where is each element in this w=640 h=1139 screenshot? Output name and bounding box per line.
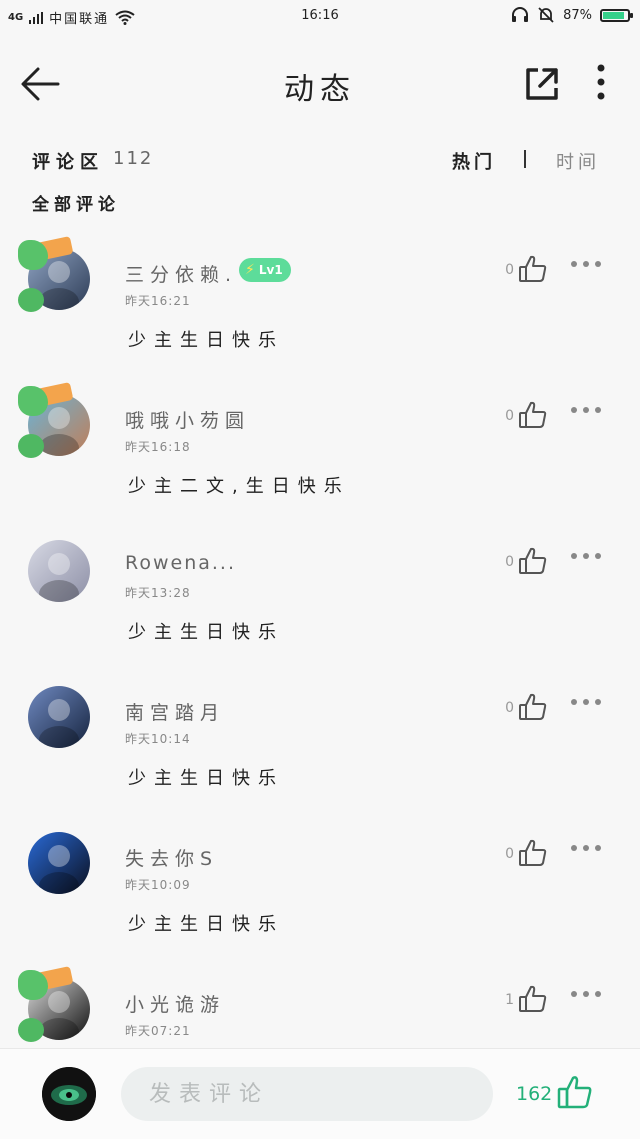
comment-like-count: 0: [505, 554, 514, 570]
avatar[interactable]: [28, 686, 90, 748]
more-horizontal-icon[interactable]: [568, 402, 604, 418]
comment-timestamp: 昨天10:14: [125, 732, 191, 746]
avatar-frame-wreath: [18, 970, 48, 1000]
battery-percent: 87%: [563, 7, 592, 23]
avatar-frame-leaf: [18, 1018, 44, 1042]
battery-icon: [600, 8, 633, 22]
total-like-count: 162: [516, 1083, 553, 1105]
comment-username[interactable]: 三分依赖.: [125, 260, 237, 287]
thumbs-up-icon[interactable]: [518, 254, 548, 284]
status-bar: 4G 中国联通 16:16 87%: [0, 0, 640, 34]
more-horizontal-icon[interactable]: [568, 256, 604, 272]
comment-item[interactable]: 哦哦小芴圆昨天16:18 少主二文,生日快乐 0: [0, 382, 640, 528]
avatar-frame-leaf: [18, 288, 44, 312]
comment-timestamp: 昨天07:21: [125, 1024, 191, 1038]
comment-text: 少主生日快乐: [128, 914, 284, 935]
more-horizontal-icon[interactable]: [568, 548, 604, 564]
status-right: 87%: [511, 6, 633, 24]
comment-item[interactable]: 三分依赖. ⚡ Lv1 昨天16:21 少主生日快乐 0: [0, 236, 640, 382]
avatar[interactable]: [28, 832, 90, 894]
comment-username[interactable]: 小光诡游: [125, 990, 225, 1017]
comment-username[interactable]: Rowena...: [125, 552, 236, 574]
comment-timestamp: 昨天16:21: [125, 294, 191, 308]
more-horizontal-icon[interactable]: [568, 840, 604, 856]
comment-username[interactable]: 南宫踏月: [125, 698, 225, 725]
back-arrow-icon[interactable]: [18, 64, 62, 104]
comment-item[interactable]: 失去你S 昨天10:09 少主生日快乐 0: [0, 820, 640, 966]
thumbs-up-icon[interactable]: [518, 546, 548, 576]
tab-divider: [524, 150, 526, 168]
comment-count: 112: [113, 148, 154, 169]
comment-text: 少主生日快乐: [128, 330, 284, 351]
bottom-bar: 162: [0, 1048, 640, 1139]
avatar-frame-wreath: [18, 240, 48, 270]
thumbs-up-icon[interactable]: [518, 984, 548, 1014]
comment-input[interactable]: [121, 1067, 493, 1121]
avatar[interactable]: [28, 540, 90, 602]
level-badge: ⚡ Lv1: [239, 258, 291, 282]
battery-level-fill: [603, 11, 624, 19]
more-horizontal-icon[interactable]: [568, 986, 604, 1002]
comment-item[interactable]: 南宫踏月昨天10:14 少主生日快乐 0: [0, 674, 640, 820]
comment-like-count: 0: [505, 846, 514, 862]
comment-timestamp: 昨天10:09: [125, 878, 191, 892]
share-icon[interactable]: [522, 64, 562, 104]
header: 动态: [0, 40, 640, 120]
comment-like-count: 0: [505, 262, 514, 278]
comment-text: 少主生日快乐: [128, 768, 284, 789]
comment-text: 少主生日快乐: [128, 622, 284, 643]
comment-like-count: 0: [505, 408, 514, 424]
level-badge-label: Lv1: [258, 263, 283, 277]
headset-icon: [512, 7, 529, 22]
tab-hot[interactable]: 热门: [452, 148, 496, 174]
more-horizontal-icon[interactable]: [568, 694, 604, 710]
thumbs-up-icon[interactable]: [556, 1073, 594, 1111]
avatar-frame-wreath: [18, 386, 48, 416]
comment-username[interactable]: 哦哦小芴圆: [125, 406, 250, 433]
tab-time[interactable]: 时间: [556, 148, 600, 174]
comment-username[interactable]: 失去你S: [125, 844, 218, 871]
my-avatar[interactable]: [42, 1067, 96, 1121]
mute-bell-icon: [538, 7, 554, 23]
thumbs-up-icon[interactable]: [518, 838, 548, 868]
all-comments-label: 全部评论: [32, 195, 120, 215]
my-avatar-image: [42, 1067, 96, 1121]
thumbs-up-icon[interactable]: [518, 400, 548, 430]
thumbs-up-icon[interactable]: [518, 692, 548, 722]
comment-like-count: 1: [505, 992, 514, 1008]
comment-like-count: 0: [505, 700, 514, 716]
comment-timestamp: 昨天13:28: [125, 586, 191, 600]
comment-section-label: 评论区: [32, 152, 104, 173]
avatar-frame-leaf: [18, 434, 44, 458]
comment-timestamp: 昨天16:18: [125, 440, 191, 454]
comment-text: 少主二文,生日快乐: [128, 476, 350, 497]
comment-item[interactable]: Rowena... 昨天13:28 少主生日快乐 0: [0, 528, 640, 674]
lightning-icon: ⚡: [245, 262, 255, 278]
more-vertical-icon[interactable]: [590, 62, 612, 102]
